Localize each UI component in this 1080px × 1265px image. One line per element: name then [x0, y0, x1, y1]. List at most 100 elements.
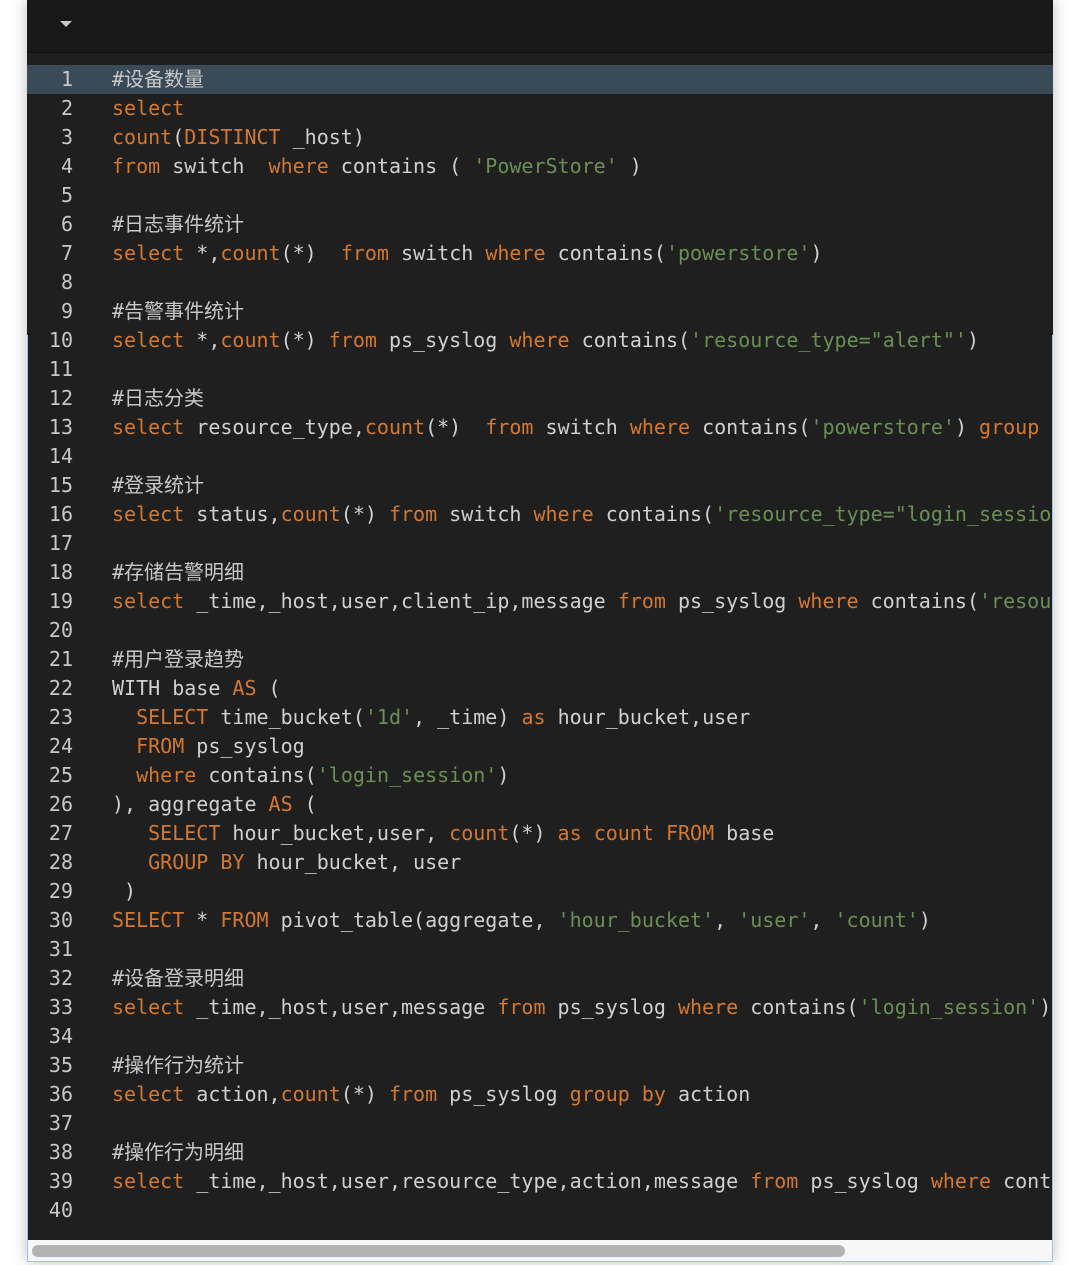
string-token: '1d' — [364, 705, 414, 729]
code-line[interactable]: 19 select _time,_host,user,client_ip,mess… — [27, 587, 1053, 616]
code-line[interactable]: 27 SELECT hour_bucket,user, count(*) as … — [27, 819, 1053, 848]
keyword-token: where — [930, 1169, 992, 1193]
keyword-token: by — [641, 1082, 666, 1106]
line-text: GROUP BY hour_bucket, user — [112, 848, 461, 877]
text-token: ( — [172, 125, 185, 149]
line-number: 36 — [48, 1082, 73, 1106]
code-line[interactable]: 1 #设备数量 — [27, 65, 1053, 94]
code-line[interactable]: 31 — [27, 935, 1053, 964]
text-token: ) — [954, 415, 980, 439]
code-line[interactable]: 24 FROM ps_syslog — [27, 732, 1053, 761]
code-line[interactable]: 40 — [27, 1196, 1053, 1225]
string-token: 'resource_type="login_sessio — [714, 502, 1052, 526]
keyword-token: select — [112, 502, 185, 526]
code-line[interactable]: 5 — [27, 181, 1053, 210]
keyword-token: SELECT — [112, 908, 185, 932]
line-text: where contains('login_session') — [112, 761, 509, 790]
code-line[interactable]: 30 SELECT * FROM pivot_table(aggregate, '… — [27, 906, 1053, 935]
keyword-token: where — [677, 995, 739, 1019]
code-line[interactable]: 38 #操作行为明细 — [27, 1138, 1053, 1167]
code-line[interactable]: 33 select _time,_host,user,message from p… — [27, 993, 1053, 1022]
line-text: ) — [112, 877, 136, 906]
line-number: 24 — [48, 734, 73, 758]
line-number: 28 — [48, 850, 73, 874]
code-line[interactable]: 21 #用户登录趋势 — [27, 645, 1053, 674]
code-line[interactable]: 17 — [27, 529, 1053, 558]
code-line[interactable]: 26), aggregate AS ( — [27, 790, 1053, 819]
code-line[interactable]: 11 — [27, 355, 1053, 384]
code-line[interactable]: 18 #存储告警明细 — [27, 558, 1053, 587]
code-area[interactable]: 1 #设备数量 2 select 3 count(DISTINCT _host) 4 from… — [27, 65, 1053, 1225]
code-line[interactable]: 37 — [27, 1109, 1053, 1138]
keyword-token: from — [328, 328, 377, 352]
text-token: status, — [184, 502, 281, 526]
line-text: SELECT * FROM pivot_table(aggregate, 'ho… — [112, 906, 931, 935]
text-token: switch — [160, 154, 269, 178]
keyword-token: as — [557, 821, 582, 845]
code-line[interactable]: 10 select *,count(*) from ps_syslog where… — [27, 326, 1053, 355]
text-token: ps_syslog — [545, 995, 678, 1019]
line-number: 14 — [48, 444, 73, 468]
line-text: #设备登录明细 — [112, 964, 244, 993]
text-token: ) — [1039, 995, 1052, 1019]
code-line[interactable]: 22 WITH base AS ( — [27, 674, 1053, 703]
text-token: , — [714, 908, 739, 932]
code-line[interactable]: 35 #操作行为统计 — [27, 1051, 1053, 1080]
code-line[interactable]: 20 — [27, 616, 1053, 645]
line-number: 34 — [48, 1024, 73, 1048]
line-number: 16 — [48, 502, 73, 526]
code-line[interactable]: 32 #设备登录明细 — [27, 964, 1053, 993]
code-editor[interactable]: 1 #设备数量 2 select 3 count(DISTINCT _host) 4 from… — [27, 0, 1053, 1262]
code-line[interactable]: 13 select resource_type,count(*) from swi… — [27, 413, 1053, 442]
code-line[interactable]: 39 select _time,_host,user,resource_type,… — [27, 1167, 1053, 1196]
keyword-token: select — [112, 241, 185, 265]
code-line[interactable]: 12 #日志分类 — [27, 384, 1053, 413]
text-token: , — [810, 908, 835, 932]
line-number: 19 — [48, 589, 73, 613]
code-line[interactable]: 15 #登录统计 — [27, 471, 1053, 500]
scrollbar-thumb[interactable] — [32, 1245, 845, 1257]
text-token: ps_syslog — [376, 328, 510, 352]
code-line[interactable]: 25 where contains('login_session') — [27, 761, 1053, 790]
code-line[interactable]: 14 — [27, 442, 1053, 471]
keyword-token: where — [629, 415, 691, 439]
text-token: _time,_host,user,message — [184, 995, 498, 1019]
code-line[interactable]: 34 — [27, 1022, 1053, 1051]
collapse-caret-icon[interactable] — [60, 21, 72, 27]
code-line[interactable]: 6 #日志事件统计 — [27, 210, 1053, 239]
code-line[interactable]: 36 select action,count(*) from ps_syslog … — [27, 1080, 1053, 1109]
text-token: ps_syslog — [184, 734, 305, 758]
text-token: * — [184, 908, 221, 932]
horizontal-scrollbar[interactable] — [27, 1240, 1053, 1262]
keyword-token: count — [280, 502, 341, 526]
line-number: 15 — [48, 473, 73, 497]
code-line[interactable]: 28 GROUP BY hour_bucket, user — [27, 848, 1053, 877]
code-line[interactable]: 23 SELECT time_bucket('1d', _time) as ho… — [27, 703, 1053, 732]
text-token: hour_bucket, user — [244, 850, 462, 874]
text-token: ), aggregate — [112, 792, 269, 816]
keyword-token: where — [509, 328, 570, 352]
line-text: select *,count(*) from ps_syslog where c… — [112, 326, 979, 355]
text-token: switch — [437, 502, 534, 526]
code-line[interactable]: 9 #告警事件统计 — [27, 297, 1053, 326]
string-token: 'resou — [979, 589, 1052, 613]
text-token: hour_bucket,user, — [220, 821, 450, 845]
line-number: 3 — [60, 125, 73, 149]
code-line[interactable]: 3 count(DISTINCT _host) — [27, 123, 1053, 152]
text-token: ) — [966, 328, 980, 352]
line-number: 40 — [48, 1198, 73, 1222]
text-token: contains( — [545, 241, 666, 265]
code-line[interactable]: 16 select status,count(*) from switch whe… — [27, 500, 1053, 529]
line-text: #告警事件统计 — [112, 297, 244, 326]
text-token: (*) — [280, 241, 341, 265]
code-line[interactable]: 8 — [27, 268, 1053, 297]
line-number: 17 — [48, 531, 73, 555]
code-line[interactable]: 2 select — [27, 94, 1053, 123]
line-text: #设备数量 — [112, 65, 204, 94]
code-line[interactable]: 29 ) — [27, 877, 1053, 906]
code-line[interactable]: 7 select *,count(*) from switch where con… — [27, 239, 1053, 268]
keyword-token: where — [268, 154, 329, 178]
code-line[interactable]: 4 from switch where contains ( 'PowerStor… — [27, 152, 1053, 181]
comment-token: #日志事件统计 — [112, 212, 245, 236]
